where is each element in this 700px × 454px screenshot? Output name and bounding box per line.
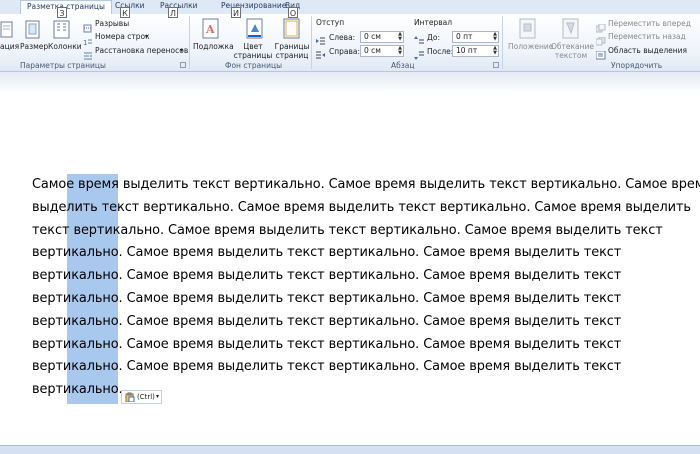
indent-header: Отступ (316, 18, 345, 27)
spacing-header: Интервал (414, 18, 453, 27)
text-line[interactable]: вертикально. Самое время выделить текст … (32, 288, 697, 311)
svg-text:A: A (205, 23, 215, 36)
chevron-down-icon[interactable]: ▾ (180, 46, 183, 55)
paste-options-label: (Ctrl) (137, 393, 155, 401)
position-icon[interactable] (518, 18, 538, 44)
text-line[interactable]: вертикально. Самое время выделить текст … (32, 334, 697, 357)
indent-right-value: 0 см (364, 46, 381, 55)
indent-right-field[interactable]: 0 см ▲ ▼ (360, 45, 404, 57)
watermark-button[interactable]: Подложка (193, 42, 234, 51)
wrap-text-button[interactable]: Обтекание текстом (551, 42, 594, 60)
keytip-badge: З (57, 7, 67, 18)
spinner-arrows-icon[interactable]: ▲ ▼ (493, 46, 497, 56)
page-color-icon[interactable] (245, 18, 265, 44)
orientation-button[interactable]: ация (0, 42, 19, 51)
group-separator (189, 16, 190, 69)
group-label-page-setup: Параметры страницы (20, 61, 106, 70)
document-body[interactable]: Самое время выделить текст вертикально. … (32, 174, 700, 402)
spacing-after-value: 10 пт (456, 46, 478, 55)
chevron-down-icon: ▾ (156, 393, 160, 400)
tab-label: Рассылки (160, 1, 198, 10)
spinner-arrows-icon[interactable]: ▲ ▼ (398, 32, 402, 42)
columns-icon[interactable] (53, 20, 71, 44)
group-label-page-background: Фон страницы (225, 61, 282, 70)
clipboard-icon (125, 392, 135, 406)
spacing-before-field[interactable]: 0 пт ▲ ▼ (452, 31, 499, 43)
spacing-after-label: После: (427, 47, 454, 56)
tab-mailings[interactable]: Рассылки (160, 0, 198, 14)
spinner-arrows-icon[interactable]: ▲ ▼ (398, 46, 402, 56)
page-borders-icon[interactable] (282, 18, 302, 44)
selection-pane-icon (595, 45, 606, 64)
text-line[interactable]: выделить текст вертикально. Самое время … (32, 197, 697, 220)
indent-right-label: Справа: (329, 47, 361, 56)
bring-forward-button[interactable]: Переместить вперед (608, 19, 691, 28)
text-line[interactable]: Самое время выделить текст вертикально. … (32, 174, 700, 197)
text-line[interactable]: вертикально. Самое время выделить текст … (32, 311, 697, 334)
size-button[interactable]: Размер (20, 42, 48, 51)
keytip-badge: О (288, 7, 298, 18)
group-label-paragraph: Абзац (391, 61, 415, 70)
columns-button[interactable]: Колонки (48, 42, 82, 51)
position-button[interactable]: Положение (508, 42, 553, 51)
indent-left-field[interactable]: 0 см ▲ ▼ (360, 31, 404, 43)
dialog-launcher-icon[interactable] (493, 62, 499, 68)
hyphenation-button[interactable]: Расстановка переносов (95, 46, 188, 55)
paste-options-button[interactable]: (Ctrl) ▾ (121, 390, 162, 404)
spacing-before-value: 0 пт (456, 32, 473, 41)
dialog-launcher-icon[interactable] (180, 62, 186, 68)
keytip-badge: К (120, 7, 130, 18)
page-borders-button[interactable]: Границы страниц (272, 42, 312, 60)
wrap-text-icon[interactable] (561, 18, 581, 44)
spacing-after-icon (414, 45, 424, 64)
spacing-after-field[interactable]: 10 пт ▲ ▼ (452, 45, 499, 57)
page-color-button[interactable]: Цвет страницы (233, 42, 273, 60)
indent-right-icon (316, 45, 326, 64)
text-line[interactable]: вертикально. Самое время выделить текст … (32, 242, 697, 265)
orientation-icon[interactable] (0, 21, 14, 43)
keytip-badge: И (231, 7, 241, 18)
group-label-arrange: Упорядочить (611, 61, 663, 70)
selection-pane-button[interactable]: Область выделения (608, 46, 687, 55)
group-separator (502, 16, 503, 69)
line-numbers-button[interactable]: Номера строк (95, 32, 150, 41)
text-line[interactable]: вертикально. Самое время выделить текст … (32, 265, 697, 288)
text-line[interactable]: текст вертикально. Самое время выделить … (32, 220, 697, 243)
spinner-arrows-icon[interactable]: ▲ ▼ (493, 32, 497, 42)
group-separator (311, 16, 312, 69)
send-backward-button[interactable]: Переместить назад (608, 32, 686, 41)
indent-left-label: Слева: (329, 33, 356, 42)
size-icon[interactable] (25, 20, 41, 44)
breaks-button[interactable]: Разрывы (95, 19, 129, 28)
watermark-icon[interactable]: A (201, 18, 221, 44)
spacing-before-label: До: (427, 33, 440, 42)
ribbon-tab-bar: Разметка страницы Ссылки Рассылки Реценз… (0, 0, 700, 15)
indent-left-value: 0 см (364, 32, 381, 41)
keytip-badge: Л (168, 7, 178, 18)
chevron-down-icon[interactable]: ▾ (145, 32, 148, 41)
text-line[interactable]: вертикально. Самое время выделить текст … (32, 356, 697, 379)
